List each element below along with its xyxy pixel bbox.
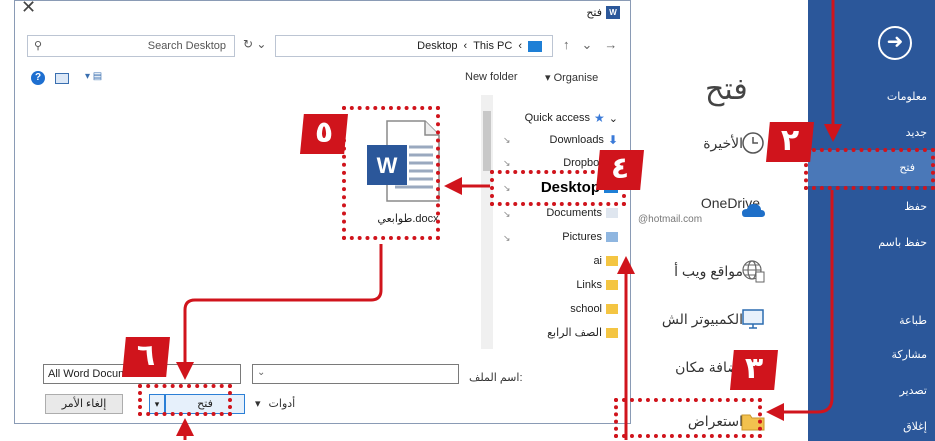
tree-item-documents[interactable]: Documents bbox=[546, 207, 618, 219]
folder-icon bbox=[606, 304, 618, 314]
highlight-file bbox=[342, 106, 440, 240]
sidebar-item-save[interactable]: حفظ bbox=[817, 200, 927, 213]
preview-pane-icon[interactable] bbox=[55, 73, 69, 84]
nav-arrows: ↑ ⌄ → bbox=[563, 37, 617, 53]
view-options-icon[interactable]: ▾ ▤ bbox=[85, 71, 102, 82]
step-badge-6: ٦ bbox=[122, 337, 170, 377]
dialog-title: فتح bbox=[586, 7, 602, 19]
highlight-open-menu bbox=[804, 148, 935, 190]
tools-label: أدوات bbox=[268, 398, 296, 410]
sidebar-item-info[interactable]: معلومات bbox=[817, 90, 927, 103]
sidebar-item-share[interactable]: مشاركة bbox=[817, 348, 927, 361]
star-icon: ★ bbox=[594, 111, 605, 125]
place-recent-label: الأخيرة bbox=[703, 135, 743, 151]
refresh-icon[interactable]: ↻ ⌄ bbox=[243, 37, 266, 51]
tree-item-label: Links bbox=[576, 279, 602, 291]
highlight-browse bbox=[614, 398, 762, 438]
place-this-pc-label: الكمبيوتر الش bbox=[661, 311, 743, 327]
sidebar-item-print[interactable]: طباعة bbox=[817, 314, 927, 327]
dialog-titlebar: فتح W bbox=[586, 6, 620, 19]
tree-collapse-icon[interactable]: ↘ bbox=[503, 135, 511, 146]
tree-item-label: Quick access bbox=[524, 112, 591, 124]
tree-item-links[interactable]: Links bbox=[576, 279, 618, 291]
pc-icon bbox=[528, 40, 542, 52]
chevron-down-icon: ⌄ bbox=[608, 112, 618, 125]
tree-item-label: Documents bbox=[546, 207, 602, 219]
breadcrumb-desktop[interactable]: Desktop bbox=[417, 40, 457, 52]
tree-item-label: Downloads bbox=[549, 134, 604, 146]
search-icon: ⚲ bbox=[34, 40, 43, 52]
up-arrow-icon[interactable]: ↑ bbox=[563, 37, 570, 53]
step-badge-4: ٤ bbox=[596, 150, 644, 190]
sidebar-item-new[interactable]: جديد bbox=[817, 126, 927, 139]
cancel-button[interactable]: إلغاء الأمر bbox=[45, 394, 123, 414]
breadcrumb-separator-icon: ‹ bbox=[518, 40, 522, 52]
close-icon[interactable]: ✕ bbox=[21, 0, 36, 18]
clock-icon bbox=[742, 132, 764, 154]
chevron-down-icon[interactable]: ⌄ bbox=[257, 367, 265, 378]
tree-item-label: الصف الرابع bbox=[547, 327, 602, 339]
tree-item-downloads[interactable]: Downloads ⬇ bbox=[550, 133, 618, 147]
folder-icon bbox=[606, 280, 618, 290]
screenshot-stage: فتح الأخيرة OneDrive @hotmail.com مواقع … bbox=[0, 0, 935, 441]
search-placeholder: Search Desktop bbox=[147, 40, 226, 52]
step-badge-2: ٢ bbox=[766, 122, 814, 162]
pictures-icon bbox=[606, 232, 618, 242]
place-this-pc[interactable]: الكمبيوتر الش bbox=[600, 298, 808, 342]
address-bar[interactable]: Desktop ‹ This PC ‹ bbox=[275, 35, 553, 57]
breadcrumb-this-pc[interactable]: This PC bbox=[473, 40, 512, 52]
place-websites[interactable]: مواقع ويب أ bbox=[600, 250, 808, 294]
organise-button[interactable]: ▾ Organise bbox=[545, 71, 598, 84]
scrollbar-thumb[interactable] bbox=[483, 111, 491, 171]
tree-item-quick-access[interactable]: Quick access ★ ⌄ bbox=[525, 111, 618, 125]
cloud-icon bbox=[742, 203, 765, 217]
sidebar-item-export[interactable]: تصدير bbox=[817, 384, 927, 397]
computer-icon bbox=[742, 309, 764, 329]
place-onedrive-account: @hotmail.com bbox=[638, 214, 703, 225]
highlight-open-button bbox=[138, 384, 232, 416]
tree-item-fourth-grade[interactable]: الصف الرابع bbox=[547, 326, 618, 339]
sidebar-item-save-as[interactable]: حفظ باسم bbox=[817, 236, 927, 249]
step-badge-3: ٣ bbox=[730, 350, 778, 390]
forward-arrow-icon[interactable]: → bbox=[604, 37, 617, 53]
tree-item-label: ai bbox=[593, 255, 602, 267]
new-folder-button[interactable]: New folder bbox=[465, 71, 518, 83]
sidebar-item-close[interactable]: إغلاق bbox=[817, 420, 927, 433]
word-app-icon: W bbox=[606, 6, 620, 19]
chevron-down-icon: ▾ bbox=[255, 398, 261, 410]
search-input[interactable]: ⚲ Search Desktop bbox=[27, 35, 235, 57]
tree-scrollbar[interactable] bbox=[481, 95, 493, 349]
help-icon[interactable]: ? bbox=[31, 71, 45, 85]
folder-icon bbox=[606, 256, 618, 266]
documents-icon bbox=[606, 208, 618, 218]
tree-collapse-icon[interactable]: ↘ bbox=[503, 158, 511, 169]
folder-icon bbox=[606, 327, 618, 338]
filename-input[interactable]: ⌄ bbox=[252, 364, 459, 384]
tree-collapse-icon[interactable]: ↘ bbox=[503, 233, 511, 244]
place-onedrive[interactable]: OneDrive @hotmail.com bbox=[600, 190, 808, 234]
globe-icon bbox=[742, 260, 765, 283]
backstage-title: فتح bbox=[705, 73, 748, 106]
tree-item-label: Pictures bbox=[562, 231, 602, 243]
breadcrumb-separator-icon: ‹ bbox=[463, 40, 468, 52]
tree-item-pictures[interactable]: Pictures bbox=[562, 231, 618, 243]
open-file-dialog: ✕ فتح W ⚲ Search Desktop ↻ ⌄ Desktop ‹ T… bbox=[14, 0, 631, 424]
organise-label: Organise bbox=[553, 72, 599, 84]
download-icon: ⬇ bbox=[607, 133, 618, 147]
back-arrow-icon[interactable]: ➜ bbox=[878, 26, 912, 60]
tree-collapse-icon[interactable]: ↘ bbox=[503, 209, 511, 220]
step-badge-5: ٥ bbox=[300, 114, 348, 154]
chevron-down-icon[interactable]: ⌄ bbox=[582, 37, 593, 53]
backstage-sidebar bbox=[808, 0, 935, 441]
tree-item-school[interactable]: school bbox=[570, 303, 618, 315]
tree-item-label: school bbox=[570, 303, 602, 315]
place-websites-label: مواقع ويب أ bbox=[674, 263, 743, 279]
filename-label: اسم الملف: bbox=[469, 372, 523, 384]
tree-item-ai[interactable]: ai bbox=[593, 255, 618, 267]
breadcrumb: Desktop ‹ This PC ‹ bbox=[417, 40, 542, 52]
tools-menu[interactable]: ▾ أدوات bbox=[255, 397, 295, 410]
